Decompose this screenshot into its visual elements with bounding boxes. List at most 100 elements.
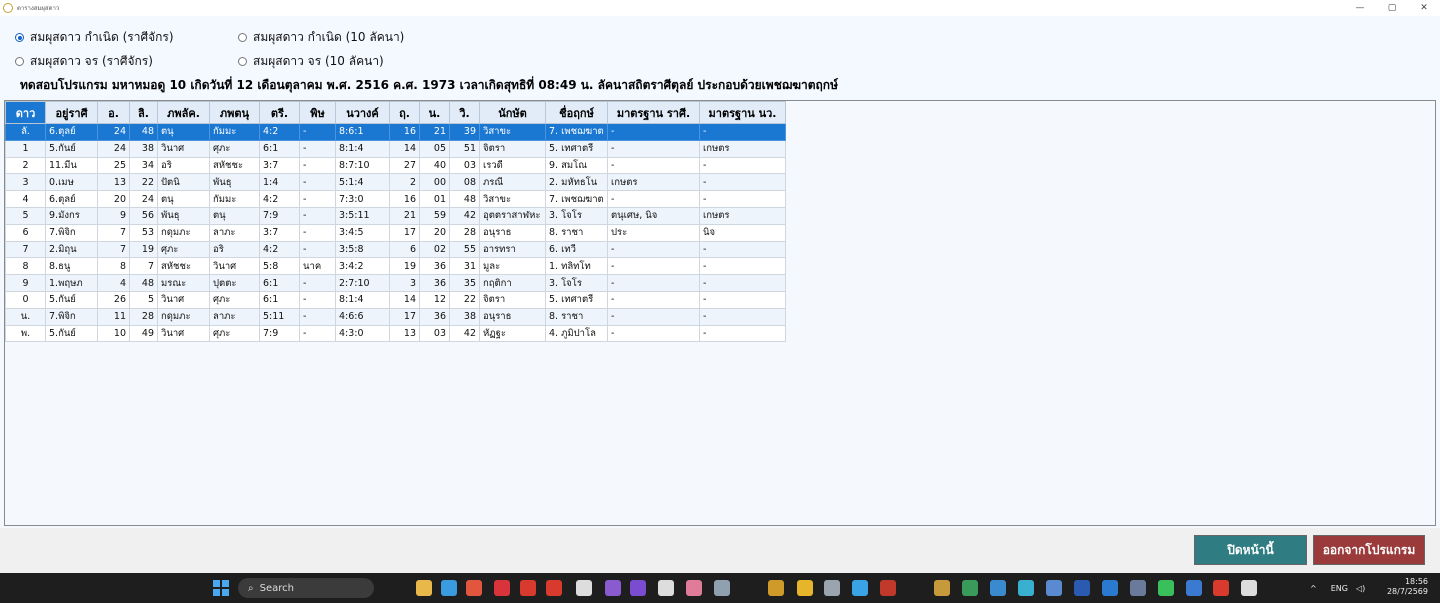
table-cell[interactable]: 36 bbox=[419, 257, 450, 276]
table-cell[interactable]: ตนุ bbox=[157, 190, 210, 208]
app-blue-icon[interactable] bbox=[990, 580, 1006, 596]
column-header[interactable]: มาตรฐาน นว. bbox=[699, 101, 786, 124]
table-cell[interactable]: 6.ตุลย์ bbox=[45, 123, 98, 141]
table-cell[interactable]: 35 bbox=[449, 274, 480, 292]
table-cell[interactable]: 34 bbox=[129, 156, 158, 175]
table-cell[interactable]: - bbox=[299, 173, 336, 192]
app-grid-icon[interactable] bbox=[1130, 580, 1146, 596]
table-row[interactable]: 9 1.พฤษภ 4 48 มรณะ ปุตตะ 6:1-2:7:10 3 36 35 กฤติกา… bbox=[5, 274, 786, 292]
table-cell[interactable]: ภรณี bbox=[479, 173, 546, 192]
chrome-icon[interactable] bbox=[466, 580, 482, 596]
app-round-icon[interactable] bbox=[934, 580, 950, 596]
close-window-button[interactable]: ✕ bbox=[1408, 0, 1440, 16]
maximize-button[interactable]: ▢ bbox=[1376, 0, 1408, 16]
table-cell[interactable]: หัฏฐะ bbox=[479, 324, 546, 343]
table-cell[interactable]: 55 bbox=[449, 240, 480, 259]
table-cell[interactable]: 42 bbox=[449, 324, 480, 343]
table-cell[interactable]: - bbox=[607, 190, 700, 208]
app-text-icon[interactable] bbox=[880, 580, 896, 596]
table-cell[interactable]: - bbox=[299, 240, 336, 259]
table-cell[interactable]: 36 bbox=[419, 307, 450, 326]
table-cell[interactable]: พันธุ bbox=[209, 173, 260, 192]
file-manager-icon[interactable] bbox=[416, 580, 432, 596]
table-cell[interactable]: 2. มหัทธโน bbox=[545, 173, 608, 192]
table-cell[interactable]: 38 bbox=[449, 307, 480, 326]
table-cell[interactable]: 7 bbox=[97, 240, 130, 259]
table-cell[interactable]: สหัชชะ bbox=[209, 156, 260, 175]
table-cell[interactable]: 4 bbox=[5, 190, 46, 208]
table-cell[interactable]: - bbox=[699, 173, 786, 192]
table-cell[interactable]: อริ bbox=[157, 156, 210, 175]
browser-icon[interactable] bbox=[441, 580, 457, 596]
table-cell[interactable]: 39 bbox=[449, 123, 480, 141]
app-green-icon[interactable] bbox=[962, 580, 978, 596]
table-row[interactable]: 2 11.มีน 25 34 อริ สหัชชะ 3:7-8:7:10 27 40 03 เรวด… bbox=[5, 156, 786, 175]
clock-app-icon[interactable] bbox=[576, 580, 592, 596]
table-row[interactable]: 6 7.พิจิก 7 53 กดุมภะ ลาภะ 3:7-3:4:5 17 20 28 อนุร… bbox=[5, 223, 786, 242]
table-cell[interactable]: 7 bbox=[97, 223, 130, 242]
table-cell[interactable]: 03 bbox=[449, 156, 480, 175]
table-cell[interactable]: มูละ bbox=[479, 257, 546, 276]
pdf-icon[interactable] bbox=[1213, 580, 1229, 596]
table-cell[interactable]: 53 bbox=[129, 223, 158, 242]
column-header[interactable]: ภพลัค. bbox=[157, 101, 210, 124]
table-cell[interactable]: 8:1:4 bbox=[335, 290, 390, 309]
table-cell[interactable]: เกษตร bbox=[607, 173, 700, 192]
table-cell[interactable]: สหัชชะ bbox=[157, 257, 210, 276]
table-cell[interactable]: 2 bbox=[5, 156, 46, 175]
table-cell[interactable]: กดุมภะ bbox=[157, 223, 210, 242]
table-cell[interactable]: 17 bbox=[389, 223, 420, 242]
table-cell[interactable]: ศุภะ bbox=[157, 240, 210, 259]
exit-program-button[interactable]: ออกจากโปรแกรม bbox=[1313, 535, 1425, 565]
table-cell[interactable]: นิจ bbox=[699, 223, 786, 242]
table-cell[interactable]: 1:4 bbox=[259, 173, 300, 192]
table-cell[interactable]: 6 bbox=[389, 240, 420, 259]
table-cell[interactable]: 5 bbox=[5, 206, 46, 225]
table-cell[interactable]: - bbox=[299, 139, 336, 158]
table-cell[interactable]: 6:1 bbox=[259, 274, 300, 292]
table-cell[interactable]: - bbox=[299, 123, 336, 141]
taskbar-search[interactable]: ⌕ Search bbox=[238, 578, 374, 598]
table-cell[interactable]: ตนุ bbox=[157, 123, 210, 141]
table-cell[interactable]: น. bbox=[5, 307, 46, 326]
app-word-icon[interactable] bbox=[1074, 580, 1090, 596]
table-cell[interactable]: 24 bbox=[97, 123, 130, 141]
notepad-icon[interactable] bbox=[852, 580, 868, 596]
table-row[interactable]: น. 7.พิจิก 11 28 กดุมภะ ลาภะ 5:11-4:6:6 17 36 38 อ… bbox=[5, 307, 786, 326]
table-cell[interactable]: อริ bbox=[209, 240, 260, 259]
app-cyan-icon[interactable] bbox=[1018, 580, 1034, 596]
table-cell[interactable]: กัมมะ bbox=[209, 123, 260, 141]
table-cell[interactable]: 3 bbox=[5, 173, 46, 192]
table-cell[interactable]: มรณะ bbox=[157, 274, 210, 292]
table-cell[interactable]: 5 bbox=[129, 290, 158, 309]
option-natal-rasi[interactable]: สมผุสดาว กำเนิด (ราศีจักร) bbox=[15, 28, 174, 47]
option-transit-lagna[interactable]: สมผุสดาว จร (10 ลัคนา) bbox=[238, 52, 384, 71]
table-cell[interactable]: - bbox=[699, 240, 786, 259]
column-header[interactable]: นวางค์ bbox=[335, 101, 390, 124]
table-cell[interactable]: - bbox=[299, 274, 336, 292]
column-header[interactable]: ชื่อฤกษ์ bbox=[545, 101, 608, 124]
table-cell[interactable]: - bbox=[699, 290, 786, 309]
table-cell[interactable]: 20 bbox=[97, 190, 130, 208]
table-cell[interactable]: 4:2 bbox=[259, 190, 300, 208]
table-cell[interactable]: ลาภะ bbox=[209, 223, 260, 242]
table-row[interactable]: พ. 5.กันย์ 10 49 วินาศ ศุภะ 7:9-4:3:0 13 03 42 หัฏ… bbox=[5, 324, 786, 343]
table-cell[interactable]: 8. ราชา bbox=[545, 223, 608, 242]
table-row[interactable]: 4 6.ตุลย์ 20 24 ตนุ กัมมะ 4:2-7:3:0 16 01 48 วิสาข… bbox=[5, 190, 786, 208]
language-indicator[interactable]: ENG bbox=[1331, 584, 1348, 593]
table-cell[interactable]: 5:1:4 bbox=[335, 173, 390, 192]
table-cell[interactable]: กัมมะ bbox=[209, 190, 260, 208]
table-cell[interactable]: 26 bbox=[97, 290, 130, 309]
table-cell[interactable]: 40 bbox=[419, 156, 450, 175]
visual-studio-icon[interactable] bbox=[605, 580, 621, 596]
column-header[interactable]: ภพตนุ bbox=[209, 101, 260, 124]
table-cell[interactable]: 02 bbox=[419, 240, 450, 259]
table-cell[interactable]: 5. เทศาตรี bbox=[545, 139, 608, 158]
table-cell[interactable]: - bbox=[299, 324, 336, 343]
table-cell[interactable]: 4 bbox=[97, 274, 130, 292]
table-cell[interactable]: วินาศ bbox=[157, 324, 210, 343]
table-cell[interactable]: 5.กันย์ bbox=[45, 290, 98, 309]
table-cell[interactable]: 4:6:6 bbox=[335, 307, 390, 326]
table-cell[interactable]: - bbox=[607, 274, 700, 292]
table-cell[interactable]: - bbox=[299, 307, 336, 326]
